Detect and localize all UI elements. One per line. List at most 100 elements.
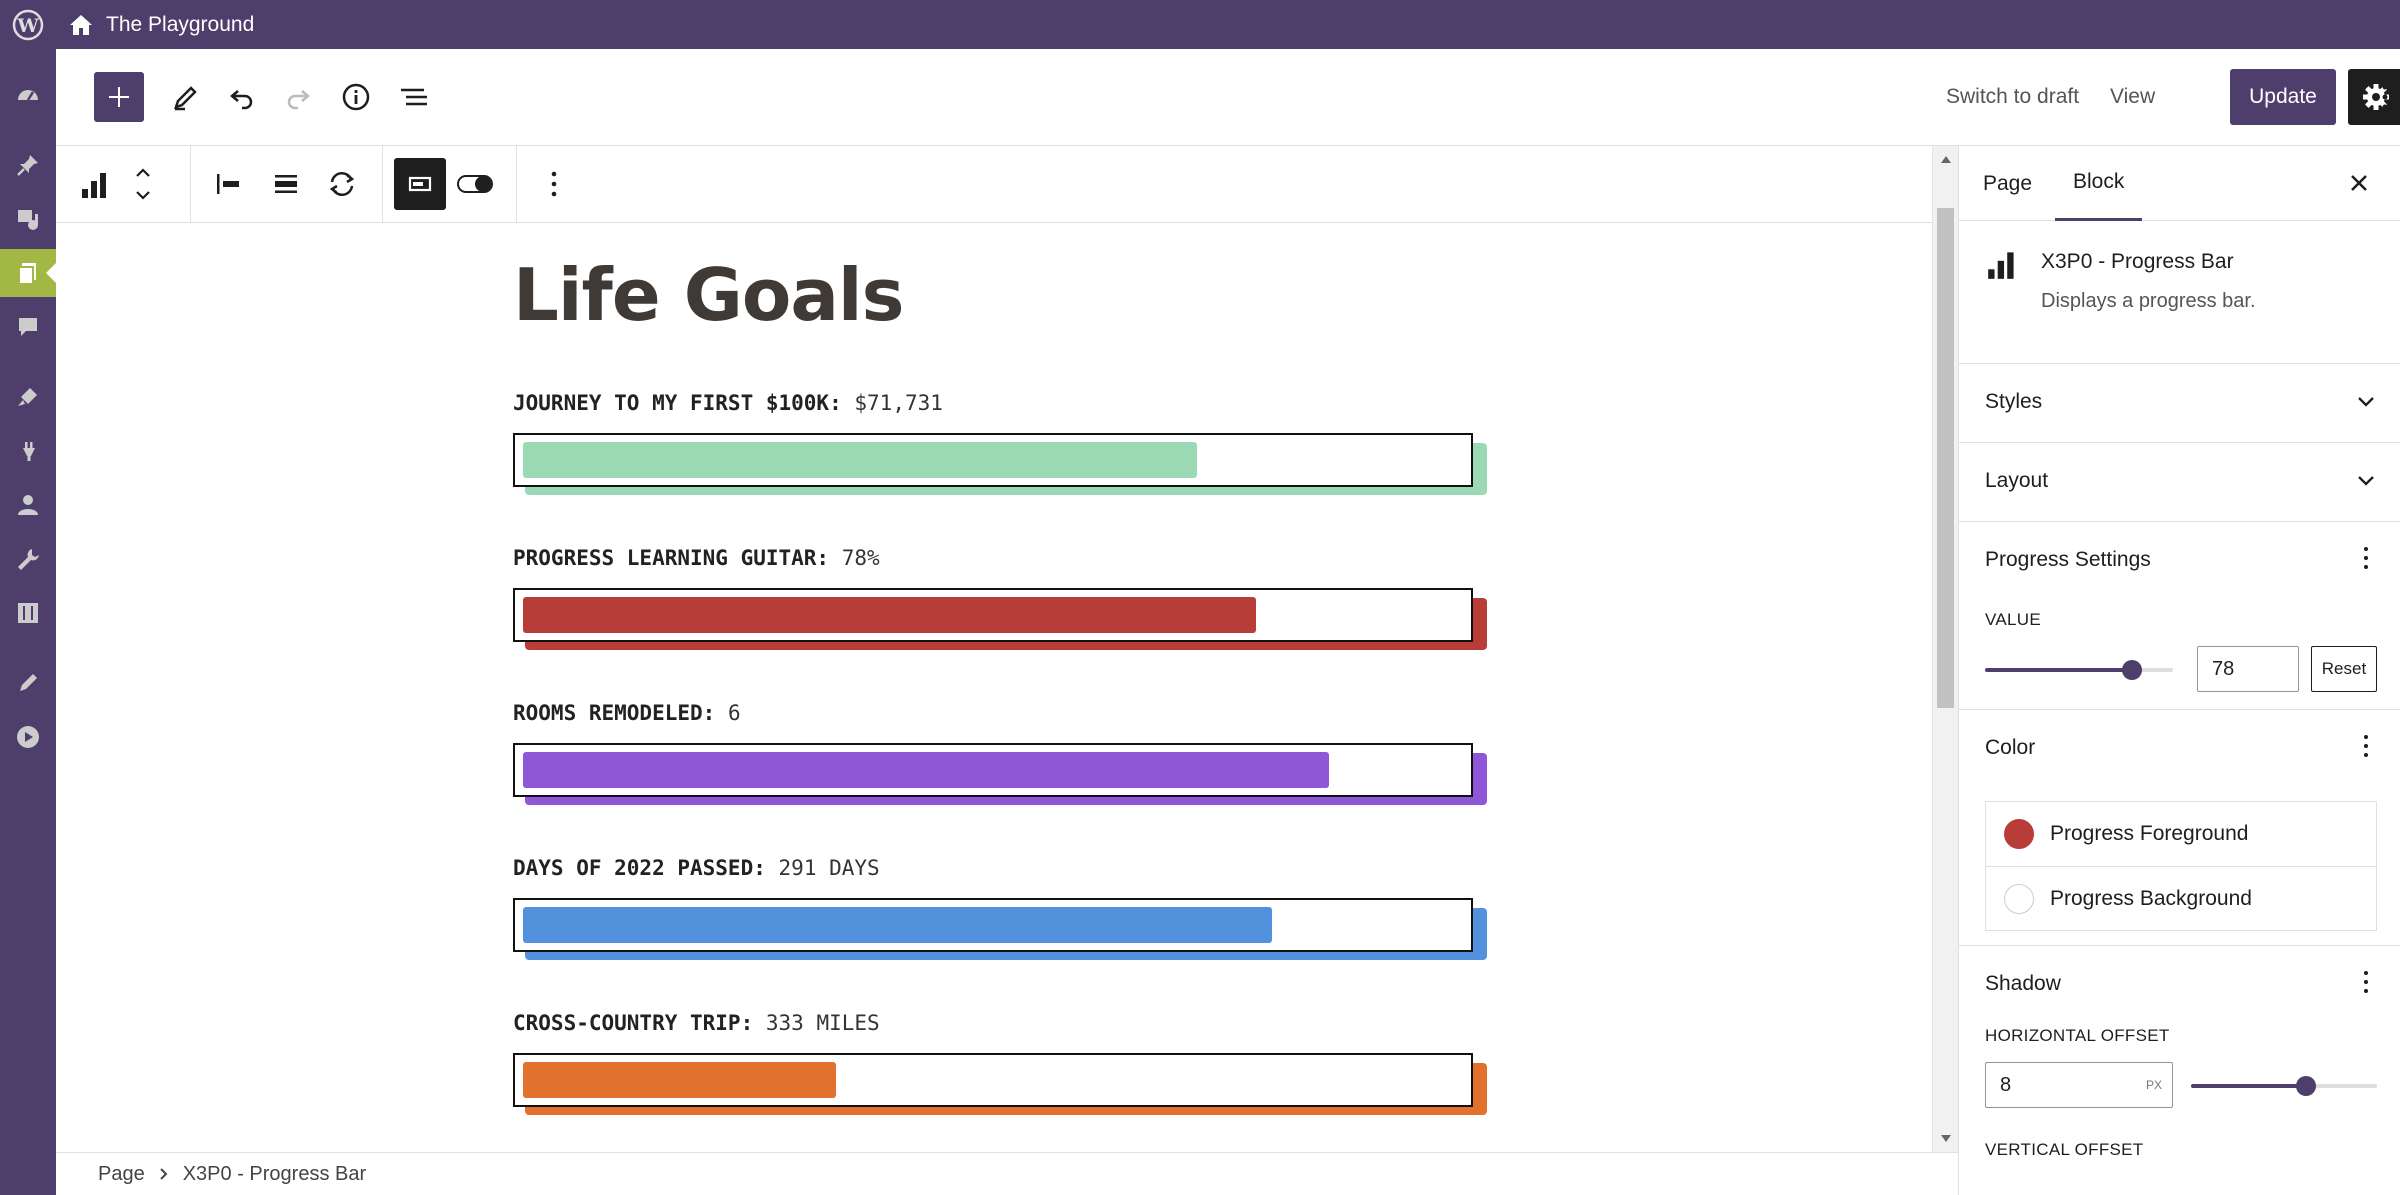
align-left-button[interactable] (202, 158, 254, 210)
progress-bar-block-icon (1988, 252, 2014, 279)
block-card-description: Displays a progress bar. (2041, 290, 2256, 312)
progress-settings-panel: Progress Settings VALUE 78 Reset (1959, 522, 2400, 710)
update-button[interactable]: Update (2230, 69, 2336, 125)
settings-sidebar: Page Block X3P0 - Progress Bar Displays … (1958, 146, 2400, 1195)
progress-bar-fill (523, 442, 1197, 478)
scrollbar-thumb[interactable] (1937, 208, 1954, 708)
progress-label: PROGRESS LEARNING GUITAR: 78% (513, 546, 880, 570)
horizontal-offset-slider[interactable] (2191, 1076, 2377, 1096)
align-justify-icon (275, 175, 297, 193)
value-input[interactable]: 78 (2197, 646, 2299, 692)
toolbar-divider (190, 146, 191, 223)
progress-block[interactable]: CROSS-COUNTRY TRIP: 333 MILES (513, 1011, 1513, 1119)
progress-foreground-label: Progress Foreground (2050, 822, 2249, 845)
text-block-icon (408, 176, 432, 192)
site-title: The Playground (106, 12, 255, 36)
value-slider-thumb[interactable] (2122, 660, 2142, 680)
pencil-icon[interactable] (0, 659, 56, 707)
more-vertical-icon (2382, 84, 2388, 110)
canvas-scrollbar[interactable] (1932, 146, 1958, 1152)
site-link[interactable]: The Playground (56, 13, 254, 37)
block-options-button[interactable] (528, 158, 580, 210)
horizontal-offset-value: 8 (2000, 1073, 2012, 1096)
toggle-button[interactable] (450, 158, 502, 210)
horizontal-offset-slider-thumb[interactable] (2296, 1076, 2316, 1096)
breadcrumb-root[interactable]: Page (98, 1163, 145, 1186)
shadow-panel-title: Shadow (1985, 972, 2061, 995)
settings-sliders-icon[interactable] (0, 589, 56, 637)
redo-icon (287, 90, 310, 110)
value-slider-fill (1985, 668, 2132, 672)
play-icon[interactable] (0, 713, 56, 761)
scroll-down-arrow-icon[interactable] (1940, 1134, 1952, 1144)
comments-icon[interactable] (0, 303, 56, 351)
shadow-panel: Shadow HORIZONTAL OFFSET 8 PX VERTICAL O… (1959, 946, 2400, 1195)
tools-wrench-icon[interactable] (0, 535, 56, 583)
redo-button[interactable] (272, 71, 324, 123)
horizontal-offset-label: HORIZONTAL OFFSET (1985, 1026, 2170, 1045)
progress-bar (513, 588, 1488, 654)
vertical-offset-label: VERTICAL OFFSET (1985, 1140, 2144, 1159)
toolbar-divider (516, 146, 517, 223)
move-block-button[interactable] (126, 158, 160, 210)
progress-background-option[interactable]: Progress Background (1986, 866, 2376, 930)
appearance-brush-icon[interactable] (0, 373, 56, 421)
tools-pencil-button[interactable] (160, 71, 212, 123)
styles-panel-title: Styles (1985, 390, 2043, 413)
switch-to-draft-button[interactable]: Switch to draft (1946, 85, 2079, 109)
scroll-up-arrow-icon[interactable] (1940, 154, 1952, 164)
tab-page[interactable]: Page (1983, 146, 2032, 221)
media-icon[interactable] (0, 195, 56, 243)
value-slider[interactable] (1985, 660, 2173, 680)
editor-canvas[interactable]: Life Goals JOURNEY TO MY FIRST $100K: $7… (56, 223, 1932, 1152)
pages-icon[interactable] (0, 249, 56, 297)
more-vertical-icon[interactable] (2363, 546, 2369, 570)
undo-icon (230, 90, 253, 110)
progress-block[interactable]: PROGRESS LEARNING GUITAR: 78% (513, 546, 1513, 654)
layout-panel[interactable]: Layout (1959, 443, 2400, 522)
unit-label: PX (2145, 1078, 2162, 1092)
options-menu-button[interactable] (2370, 71, 2400, 123)
close-icon[interactable] (2348, 172, 2370, 194)
users-icon[interactable] (0, 481, 56, 529)
more-vertical-icon[interactable] (2363, 970, 2369, 994)
home-icon (70, 14, 92, 35)
list-view-button[interactable] (388, 71, 440, 123)
progress-bar-fill (523, 1062, 836, 1098)
progress-label: ROOMS REMODELED: 6 (513, 701, 741, 725)
progress-bar (513, 898, 1488, 964)
breadcrumb-current[interactable]: X3P0 - Progress Bar (183, 1163, 366, 1186)
progress-bar-frame (513, 433, 1473, 487)
progress-block[interactable]: JOURNEY TO MY FIRST $100K: $71,731 (513, 391, 1513, 499)
progress-label: DAYS OF 2022 PASSED: 291 DAYS (513, 856, 880, 880)
progress-bar-fill (523, 597, 1256, 633)
align-wide-button[interactable] (260, 158, 312, 210)
progress-bar (513, 743, 1488, 809)
page-title[interactable]: Life Goals (513, 253, 904, 337)
plugins-icon[interactable] (0, 427, 56, 475)
reset-button[interactable]: Reset (2311, 646, 2377, 692)
progress-bar-frame (513, 898, 1473, 952)
posts-pin-icon[interactable] (0, 141, 56, 189)
undo-button[interactable] (216, 71, 268, 123)
progress-foreground-option[interactable]: Progress Foreground (1986, 802, 2376, 866)
transform-button[interactable] (316, 158, 368, 210)
styles-panel[interactable]: Styles (1959, 364, 2400, 443)
view-button[interactable]: View (2110, 85, 2155, 109)
details-button[interactable] (330, 71, 382, 123)
more-vertical-icon[interactable] (2363, 734, 2369, 758)
color-swatch (2004, 819, 2034, 849)
horizontal-offset-input[interactable]: 8 PX (1985, 1062, 2173, 1108)
block-type-button[interactable] (70, 158, 122, 210)
dashboard-icon[interactable] (0, 71, 56, 119)
rotate-arrows-icon (329, 172, 355, 196)
label-layout-button[interactable] (394, 158, 446, 210)
wordpress-logo-icon[interactable]: W (0, 0, 56, 49)
block-inserter-button[interactable] (94, 72, 144, 122)
progress-block[interactable]: ROOMS REMODELED: 6 (513, 701, 1513, 809)
progress-block[interactable]: DAYS OF 2022 PASSED: 291 DAYS (513, 856, 1513, 964)
color-panel-title: Color (1985, 736, 2036, 759)
tab-block[interactable]: Block (2055, 146, 2143, 221)
progress-settings-title: Progress Settings (1985, 548, 2151, 571)
progress-label: JOURNEY TO MY FIRST $100K: $71,731 (513, 391, 943, 415)
